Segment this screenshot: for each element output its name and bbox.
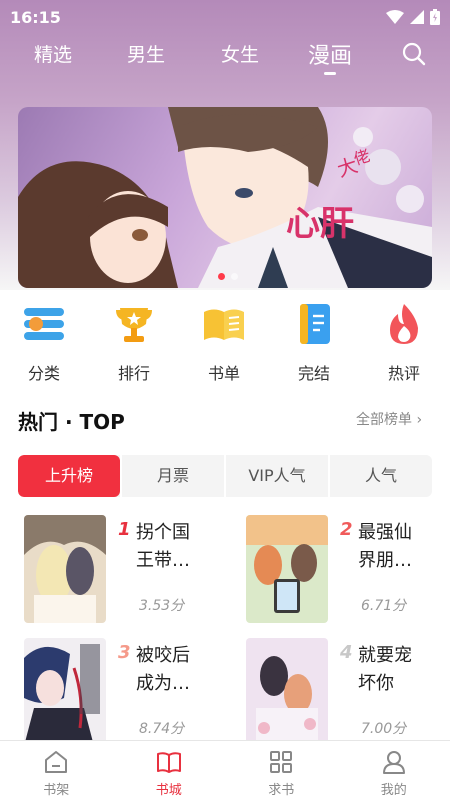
nav-label: 我的 <box>380 783 407 798</box>
signal-icon <box>410 10 424 24</box>
nav-bookstore[interactable]: 书城 <box>113 741 226 800</box>
book-title-line: 坏你 <box>358 673 394 694</box>
rank-number: 2 <box>340 519 353 540</box>
cover-art <box>246 638 328 746</box>
nav-label: 求书 <box>268 783 295 798</box>
category-label: 完结 <box>297 364 330 383</box>
category-label: 热评 <box>387 364 420 383</box>
banner-title: 心肝 <box>286 204 354 244</box>
book-card[interactable]: 3 被咬后 成为… 8.74分 <box>18 638 218 746</box>
book-score: 3.53分 <box>139 598 185 614</box>
search-button[interactable] <box>402 42 426 70</box>
ranking-tabs: 上升榜 月票 VIP人气 人气 <box>18 455 432 497</box>
profile-icon <box>382 751 405 774</box>
book-title-line: 被咬后 <box>136 645 190 666</box>
nav-bookshelf[interactable]: 书架 <box>0 741 113 800</box>
carousel-dots <box>218 273 238 280</box>
all-rankings-link[interactable]: 全部榜单 › <box>356 409 422 429</box>
category-item-finished[interactable]: 完结 <box>279 302 349 384</box>
status-bar: 16:15 <box>0 0 450 34</box>
book-score: 8.74分 <box>139 721 185 737</box>
category-grid: 分类 排行 书单 完结 热评 <box>0 290 450 388</box>
book-title-line: 成为… <box>136 673 190 694</box>
category-label: 分类 <box>27 364 60 383</box>
banner-carousel[interactable]: 大 佬 <box>18 107 432 288</box>
category-item-ranking[interactable]: 排行 <box>99 302 169 384</box>
flame-icon <box>390 304 418 344</box>
book-score: 6.71分 <box>361 598 407 614</box>
book-list-icon <box>204 309 244 340</box>
book-card[interactable]: 4 就要宠 坏你 7.00分 <box>240 638 440 746</box>
finished-book-icon <box>300 304 330 344</box>
battery-icon <box>430 9 440 25</box>
bookshelf-icon <box>45 751 68 773</box>
book-card[interactable]: 1 拐个国 王带… 3.53分 <box>18 515 218 623</box>
rank-number: 4 <box>340 642 353 663</box>
category-item-classify[interactable]: 分类 <box>9 302 79 384</box>
tab-female[interactable]: 女生 <box>221 40 259 67</box>
book-title-line: 界朋… <box>358 550 412 571</box>
book-title: 被咬后 成为… <box>136 642 206 698</box>
book-cover <box>246 515 328 623</box>
cover-art <box>24 515 106 623</box>
section-title: 热门 · TOP <box>18 410 125 434</box>
search-icon <box>402 42 426 66</box>
status-icons <box>386 9 440 25</box>
book-title: 拐个国 王带… <box>136 519 206 575</box>
top-tabs: 精选 男生 女生 漫画 <box>0 34 450 86</box>
tab-rising[interactable]: 上升榜 <box>18 455 120 497</box>
hot-top-section: 热门 · TOP 全部榜单 › 上升榜 月票 VIP人气 人气 1 拐个国 王带… <box>0 388 450 746</box>
cover-art <box>246 515 328 623</box>
banner-artwork: 大 佬 <box>18 107 432 288</box>
tab-popularity[interactable]: 人气 <box>328 455 432 497</box>
bottom-navigation: 书架 书城 求书 我的 <box>0 740 450 800</box>
book-title: 就要宠 坏你 <box>358 642 428 698</box>
rank-number: 1 <box>118 519 131 540</box>
trophy-icon <box>116 308 152 342</box>
book-card[interactable]: 2 最强仙 界朋… 6.71分 <box>240 515 440 623</box>
book-cover <box>24 638 106 746</box>
book-title-line: 最强仙 <box>358 522 412 543</box>
nav-label: 书城 <box>155 783 182 798</box>
category-icon <box>24 308 64 340</box>
carousel-dot[interactable] <box>231 273 238 280</box>
book-title: 最强仙 界朋… <box>358 519 428 575</box>
request-book-icon <box>270 751 293 773</box>
status-time: 16:15 <box>10 7 61 27</box>
tab-comics[interactable]: 漫画 <box>308 38 352 75</box>
category-label: 书单 <box>207 364 240 383</box>
cover-art <box>24 638 106 746</box>
book-title-line: 王带… <box>136 550 190 571</box>
book-title-line: 就要宠 <box>358 645 412 666</box>
category-label: 排行 <box>117 364 150 383</box>
book-cover <box>24 515 106 623</box>
book-title-line: 拐个国 <box>136 522 190 543</box>
tab-male[interactable]: 男生 <box>127 40 165 67</box>
nav-label: 书架 <box>43 783 70 798</box>
book-cover <box>246 638 328 746</box>
category-item-hot-comments[interactable]: 热评 <box>369 302 439 384</box>
category-item-booklist[interactable]: 书单 <box>189 302 259 384</box>
bookstore-icon <box>156 752 181 773</box>
tab-vip-popularity[interactable]: VIP人气 <box>224 455 328 497</box>
rank-number: 3 <box>118 642 131 663</box>
book-score: 7.00分 <box>361 721 407 737</box>
wifi-icon <box>386 10 404 24</box>
carousel-dot[interactable] <box>218 273 225 280</box>
tab-monthly-tickets[interactable]: 月票 <box>120 455 224 497</box>
nav-request-book[interactable]: 求书 <box>225 741 338 800</box>
nav-profile[interactable]: 我的 <box>338 741 450 800</box>
tab-featured[interactable]: 精选 <box>34 40 72 67</box>
